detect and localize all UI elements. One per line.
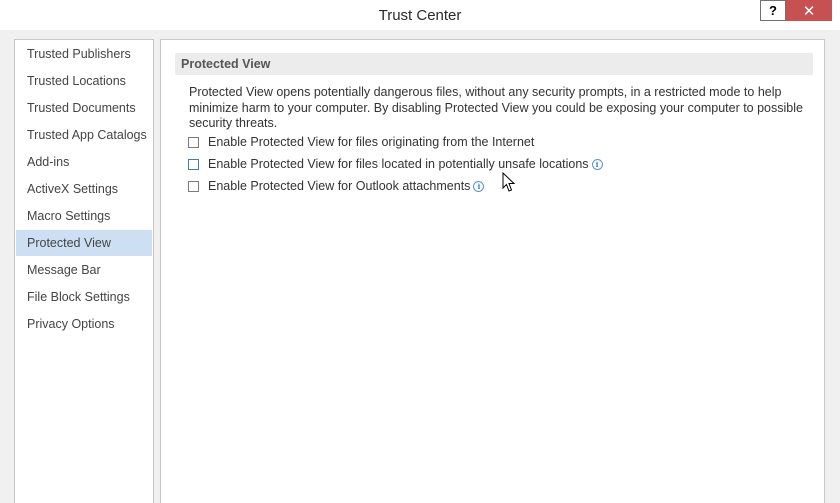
option-unsafe-locations[interactable]: Enable Protected View for files located … [188, 156, 603, 172]
sidebar-item-protected-view[interactable]: Protected View [16, 230, 152, 256]
checkbox-internet-files[interactable] [188, 136, 199, 148]
sidebar-item-privacy-options[interactable]: Privacy Options [16, 311, 152, 337]
option-outlook-attachments[interactable]: Enable Protected View for Outlook attach… [188, 178, 485, 194]
checkbox-outlook-attachments[interactable] [188, 180, 199, 192]
sidebar-item-trusted-publishers[interactable]: Trusted Publishers [16, 41, 152, 67]
sidebar-nav: Trusted Publishers Trusted Locations Tru… [14, 39, 154, 503]
window-title: Trust Center [378, 7, 462, 24]
info-icon[interactable]: i [473, 180, 485, 192]
sidebar-item-add-ins[interactable]: Add-ins [16, 149, 152, 175]
sidebar-item-trusted-documents[interactable]: Trusted Documents [16, 95, 152, 121]
sidebar-item-file-block-settings[interactable]: File Block Settings [16, 284, 152, 310]
sidebar-item-trusted-locations[interactable]: Trusted Locations [16, 68, 152, 94]
close-button[interactable]: ✕ [786, 0, 832, 21]
help-icon: ? [769, 3, 777, 18]
option-internet-files[interactable]: Enable Protected View for files originat… [188, 134, 534, 150]
sidebar-item-trusted-app-catalogs[interactable]: Trusted App Catalogs [16, 122, 152, 148]
option-label: Enable Protected View for files originat… [208, 135, 535, 149]
checkbox-unsafe-locations[interactable] [188, 158, 199, 170]
settings-panel: Protected View Protected View opens pote… [160, 39, 825, 503]
help-button[interactable]: ? [760, 0, 786, 21]
sidebar-item-macro-settings[interactable]: Macro Settings [16, 203, 152, 229]
sidebar-item-activex-settings[interactable]: ActiveX Settings [16, 176, 152, 202]
title-bar: Trust Center ? ✕ [0, 0, 840, 30]
close-icon: ✕ [802, 2, 816, 20]
sidebar-item-message-bar[interactable]: Message Bar [16, 257, 152, 283]
info-icon[interactable]: i [591, 158, 603, 170]
option-label: Enable Protected View for files located … [208, 157, 589, 171]
section-description: Protected View opens potentially dangero… [189, 85, 803, 130]
scrollbar-track[interactable] [826, 39, 840, 503]
mouse-cursor-icon [502, 172, 515, 192]
option-label: Enable Protected View for Outlook attach… [208, 179, 471, 193]
section-title: Protected View [175, 53, 813, 75]
